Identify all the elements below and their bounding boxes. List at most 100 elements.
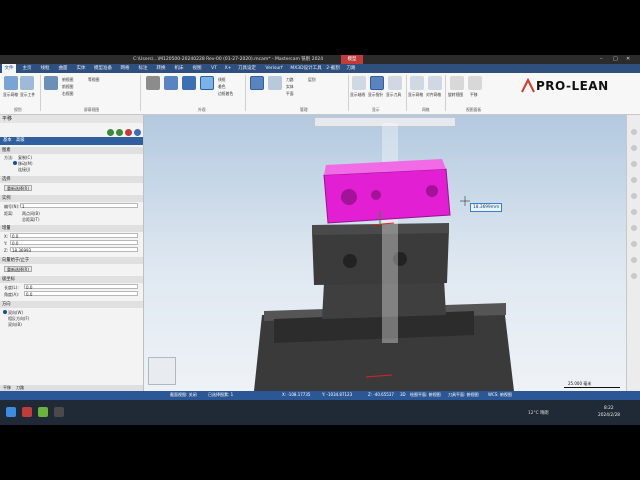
- quick-tool-icon[interactable]: [631, 193, 637, 199]
- minimize-icon[interactable]: –: [600, 56, 603, 62]
- section-delta[interactable]: 增量: [0, 225, 143, 232]
- tab-drafting[interactable]: 标注: [136, 64, 150, 73]
- clock-time[interactable]: 8:22: [604, 406, 614, 411]
- quick-tool-icon[interactable]: [631, 129, 637, 135]
- ribbon-btn-label[interactable]: 俯视图: [62, 77, 73, 83]
- clock-date[interactable]: 2024/2/28: [598, 413, 620, 418]
- subtab-advanced[interactable]: 高级: [16, 137, 25, 145]
- ribbon-btn-label[interactable]: 着色: [218, 84, 226, 90]
- ribbon-btn-label[interactable]: 刀路: [286, 77, 294, 83]
- quick-tool-icon[interactable]: [631, 177, 637, 183]
- cancel-icon[interactable]: [125, 129, 132, 136]
- display-grid-icon[interactable]: [4, 76, 18, 90]
- status-section-view[interactable]: 截面视图: 关闭: [170, 392, 197, 398]
- ok-icon[interactable]: [107, 129, 114, 136]
- delta-z-input[interactable]: 18.36993: [10, 247, 138, 253]
- option-both[interactable]: 双向(B): [8, 322, 22, 328]
- option-total-distance[interactable]: 总距离(T): [22, 217, 40, 223]
- app-taskbar-icon[interactable]: [54, 407, 64, 417]
- tab-mesh[interactable]: 网格: [118, 64, 132, 73]
- maximize-icon[interactable]: □: [613, 56, 618, 62]
- snap-grid-icon[interactable]: [428, 76, 442, 90]
- status-plane[interactable]: 绘图平面: 俯视图: [410, 392, 441, 398]
- grid-display-icon[interactable]: [410, 76, 424, 90]
- tab-file[interactable]: 文件: [2, 64, 16, 73]
- shaded-display-icon[interactable]: [164, 76, 178, 90]
- shaded-edges-icon[interactable]: [182, 76, 196, 90]
- graphics-viewport[interactable]: 18.3699mm 25.000 毫米: [144, 115, 626, 391]
- quick-tool-icon[interactable]: [631, 257, 637, 263]
- solids-manager-icon[interactable]: [268, 76, 282, 90]
- wireframe-display-icon[interactable]: [146, 76, 160, 90]
- reselect-vector-button[interactable]: 重新选择(R): [4, 266, 32, 272]
- section-vector[interactable]: 向量始于/止于: [0, 257, 143, 264]
- reselect-button[interactable]: 重新选择(R): [4, 185, 32, 191]
- mastercam-taskbar-icon[interactable]: [22, 407, 32, 417]
- toolpaths-manager-icon[interactable]: [250, 76, 264, 90]
- status-wcs[interactable]: WCS: 俯视图: [488, 392, 512, 398]
- tab-solids[interactable]: 实体: [74, 64, 88, 73]
- tab-wireframe[interactable]: 线框: [38, 64, 52, 73]
- translucency-icon[interactable]: [200, 76, 214, 90]
- display-stock-icon[interactable]: [20, 76, 34, 90]
- view-cube-icon[interactable]: [148, 357, 176, 385]
- ribbon-btn-label[interactable]: 边框着色: [218, 91, 233, 97]
- group-label: 网格: [422, 107, 430, 112]
- tab-2cut[interactable]: 2-截割: [326, 64, 340, 73]
- tab-xplus[interactable]: X+: [222, 64, 234, 73]
- section-instances[interactable]: 实例: [0, 195, 143, 202]
- tab-view[interactable]: 视图: [190, 64, 204, 73]
- ribbon-btn-label[interactable]: 实体: [286, 84, 294, 90]
- tab-toolpaths[interactable]: 刀路: [344, 64, 358, 73]
- quick-tool-icon[interactable]: [631, 161, 637, 167]
- section-direction[interactable]: 方向: [0, 301, 143, 308]
- tab-transform[interactable]: 转换: [154, 64, 168, 73]
- app-taskbar-icon[interactable]: [38, 407, 48, 417]
- tab-tool-setup[interactable]: 刀具设定: [236, 64, 258, 73]
- tab-machine[interactable]: 机床: [172, 64, 186, 73]
- quick-tool-icon[interactable]: [631, 225, 637, 231]
- context-tab-label[interactable]: 模型: [341, 55, 363, 64]
- tab-mx3d[interactable]: MX3D设计工具: [290, 64, 322, 73]
- apply-icon[interactable]: [116, 129, 123, 136]
- status-mode[interactable]: 3D: [400, 392, 406, 397]
- length-input[interactable]: 0.0: [24, 284, 138, 290]
- ribbon-btn-label[interactable]: 线框: [218, 77, 226, 83]
- display-tool-icon[interactable]: [388, 76, 402, 90]
- ribbon-btn-label[interactable]: 层别: [308, 77, 316, 83]
- start-icon[interactable]: [6, 407, 16, 417]
- display-gnomon-icon[interactable]: [370, 76, 384, 90]
- subtab-basic[interactable]: 基本: [3, 137, 12, 145]
- tab-vt[interactable]: VT: [208, 64, 220, 73]
- ribbon-btn-label[interactable]: 平面: [286, 91, 294, 97]
- quick-tool-icon[interactable]: [631, 145, 637, 151]
- tab-model-prep[interactable]: 模型准备: [92, 64, 114, 73]
- ribbon-btn-label[interactable]: 等视图: [88, 77, 99, 83]
- quick-tool-icon[interactable]: [631, 241, 637, 247]
- quick-tool-icon[interactable]: [631, 209, 637, 215]
- ribbon-btn-label: 显示工件: [20, 92, 36, 97]
- help-icon[interactable]: [134, 129, 141, 136]
- section-select[interactable]: 选择: [0, 176, 143, 183]
- top-view-icon[interactable]: [44, 76, 58, 90]
- close-icon[interactable]: ✕: [626, 56, 630, 62]
- tab-verisurf[interactable]: Verisurf: [262, 64, 286, 73]
- ribbon-btn-label[interactable]: 右视图: [62, 91, 73, 97]
- quick-tool-icon[interactable]: [631, 273, 637, 279]
- option-join[interactable]: 连接(J): [18, 167, 30, 173]
- delta-x-input[interactable]: 0.0: [10, 233, 138, 239]
- rotate-view-icon[interactable]: [450, 76, 464, 90]
- section-polar[interactable]: 极坐标: [0, 276, 143, 283]
- count-input[interactable]: 1: [20, 203, 138, 209]
- tab-home[interactable]: 主页: [20, 64, 34, 73]
- pan-view-icon[interactable]: [468, 76, 482, 90]
- section-entities[interactable]: 图素: [0, 147, 143, 154]
- delta-y-input[interactable]: 0.0: [10, 240, 138, 246]
- angle-input[interactable]: 0.0: [24, 291, 138, 297]
- status-tool-plane[interactable]: 刀具平面: 俯视图: [448, 392, 479, 398]
- display-axes-icon[interactable]: [352, 76, 366, 90]
- ribbon-btn-label[interactable]: 前视图: [62, 84, 73, 90]
- weather-text[interactable]: 12°C 晴朗: [528, 410, 549, 416]
- tab-surfaces[interactable]: 曲面: [56, 64, 70, 73]
- logo-mark-icon: [521, 78, 535, 93]
